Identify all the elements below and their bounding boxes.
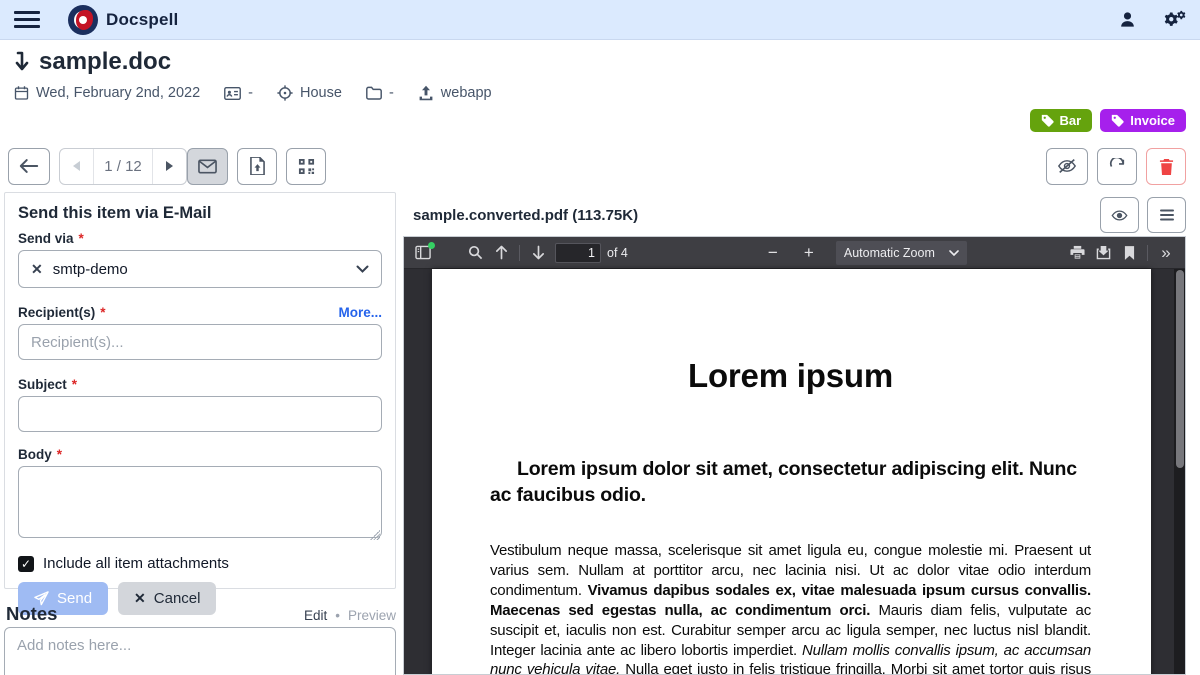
item-title: sample.doc xyxy=(39,48,171,76)
user-icon[interactable] xyxy=(1116,9,1138,31)
pdf-page-count: of 4 xyxy=(607,246,628,260)
document-subtitle: Lorem ipsum dolor sit amet, consectetur … xyxy=(490,457,1091,509)
menu-icon[interactable] xyxy=(14,7,40,33)
send-via-select[interactable]: ✕ smtp-demo xyxy=(18,250,382,288)
top-navbar: Docspell xyxy=(0,0,1200,40)
subject-input[interactable] xyxy=(18,396,382,432)
tag-icon xyxy=(1111,114,1124,127)
docspell-logo xyxy=(68,5,98,35)
dot-separator: • xyxy=(335,608,340,623)
pdf-prev-page-button[interactable] xyxy=(488,240,514,266)
brand-name: Docspell xyxy=(106,10,178,30)
required-asterisk: * xyxy=(100,305,105,320)
body-textarea[interactable] xyxy=(18,466,382,538)
email-panel-title: Send this item via E-Mail xyxy=(18,204,382,223)
attachment-pager: 1 / 12 xyxy=(59,148,187,185)
concerning-value[interactable]: House xyxy=(300,85,342,101)
tag-label: Bar xyxy=(1060,113,1082,128)
required-asterisk: * xyxy=(79,231,84,246)
qr-code-button[interactable] xyxy=(286,148,326,185)
recipients-input[interactable] xyxy=(18,324,382,360)
notes-edit-link[interactable]: Edit xyxy=(304,608,327,623)
pdf-zoom-select[interactable]: Automatic Zoom xyxy=(836,241,967,265)
pdf-next-page-button[interactable] xyxy=(525,240,551,266)
menu-bars-icon xyxy=(1160,209,1174,221)
tag-invoice[interactable]: Invoice xyxy=(1100,109,1186,132)
pdf-page-1: Lorem ipsum Lorem ipsum dolor sit amet, … xyxy=(432,269,1151,675)
upload-icon xyxy=(418,85,434,101)
tag-bar[interactable]: Bar xyxy=(1030,109,1093,132)
chevron-down-icon xyxy=(356,265,369,273)
delete-button[interactable] xyxy=(1146,148,1186,185)
pdf-bookmark-button[interactable] xyxy=(1116,240,1142,266)
send-via-value: smtp-demo xyxy=(53,261,128,278)
sidebar-notify-dot xyxy=(428,242,435,249)
folder-value[interactable]: - xyxy=(389,85,394,101)
page-indicator: 1 / 12 xyxy=(93,149,153,184)
docspell-item-view: Docspell sample.doc Wed, February 2nd, 2… xyxy=(0,0,1200,675)
eye-icon xyxy=(1111,209,1128,222)
source-value: webapp xyxy=(441,85,492,101)
attachment-filename: sample.converted.pdf (113.75K) xyxy=(413,207,638,224)
pdf-scroll-area[interactable]: Lorem ipsum Lorem ipsum dolor sit amet, … xyxy=(404,269,1185,674)
attachment-menu-button[interactable] xyxy=(1147,197,1186,233)
send-email-panel: Send this item via E-Mail Send via * ✕ s… xyxy=(4,192,396,589)
pdf-find-button[interactable] xyxy=(462,240,488,266)
refresh-icon xyxy=(1109,158,1126,175)
pdf-zoom-value: Automatic Zoom xyxy=(844,246,935,260)
qr-code-icon xyxy=(298,158,315,175)
pdf-sidebar-toggle[interactable] xyxy=(410,240,436,266)
more-recipients-link[interactable]: More... xyxy=(338,305,382,320)
hide-item-button[interactable] xyxy=(1046,148,1088,185)
document-paragraph: Vestibulum neque massa, scelerisque sit … xyxy=(490,541,1091,675)
address-card-icon xyxy=(224,86,241,101)
subject-label: Subject xyxy=(18,377,67,392)
envelope-icon xyxy=(198,159,217,174)
tag-icon xyxy=(1041,114,1054,127)
pdf-print-button[interactable] xyxy=(1064,240,1090,266)
correspondent-value[interactable]: - xyxy=(248,85,253,101)
pdf-viewer: of 4 − + Automatic Zoom » xyxy=(403,236,1186,675)
clear-selection-icon[interactable]: ✕ xyxy=(31,261,43,278)
required-asterisk: * xyxy=(57,447,62,462)
pdf-zoom-out-button[interactable]: − xyxy=(760,240,786,266)
tag-label: Invoice xyxy=(1130,113,1175,128)
pdf-scrollbar[interactable] xyxy=(1174,269,1185,674)
calendar-icon xyxy=(14,85,29,101)
chevron-down-icon xyxy=(949,250,959,256)
add-file-button[interactable] xyxy=(237,148,277,185)
prev-page-button[interactable] xyxy=(60,149,93,184)
trash-icon xyxy=(1159,158,1174,175)
pdf-more-tools-button[interactable]: » xyxy=(1153,240,1179,266)
pdf-zoom-in-button[interactable]: + xyxy=(796,240,822,266)
notes-title: Notes xyxy=(6,603,57,625)
required-asterisk: * xyxy=(72,377,77,392)
pdf-toolbar: of 4 − + Automatic Zoom » xyxy=(404,237,1185,269)
next-page-button[interactable] xyxy=(153,149,186,184)
include-attachments-label: Include all item attachments xyxy=(43,555,229,572)
crosshair-icon xyxy=(277,85,293,101)
send-via-label: Send via xyxy=(18,231,74,246)
include-attachments-checkbox[interactable]: ✓ xyxy=(18,556,34,572)
item-date: Wed, February 2nd, 2022 xyxy=(36,85,200,101)
item-title-row: sample.doc xyxy=(14,48,492,76)
download-arrow-icon xyxy=(14,51,31,73)
notes-textarea[interactable] xyxy=(4,627,396,675)
file-upload-icon xyxy=(250,157,265,175)
pdf-download-button[interactable] xyxy=(1090,240,1116,266)
folder-icon xyxy=(366,86,382,100)
recipients-label: Recipient(s) xyxy=(18,305,95,320)
pdf-scrollbar-thumb[interactable] xyxy=(1176,270,1184,468)
pdf-page-input[interactable] xyxy=(555,243,601,263)
send-mail-button[interactable] xyxy=(187,148,228,185)
document-title: Lorem ipsum xyxy=(490,357,1091,395)
back-button[interactable] xyxy=(8,148,50,185)
eye-slash-icon xyxy=(1057,158,1077,174)
notes-preview-link[interactable]: Preview xyxy=(348,608,396,623)
body-label: Body xyxy=(18,447,52,462)
reload-button[interactable] xyxy=(1097,148,1137,185)
attachment-view-button[interactable] xyxy=(1100,197,1139,233)
settings-gears-icon[interactable] xyxy=(1164,9,1186,31)
